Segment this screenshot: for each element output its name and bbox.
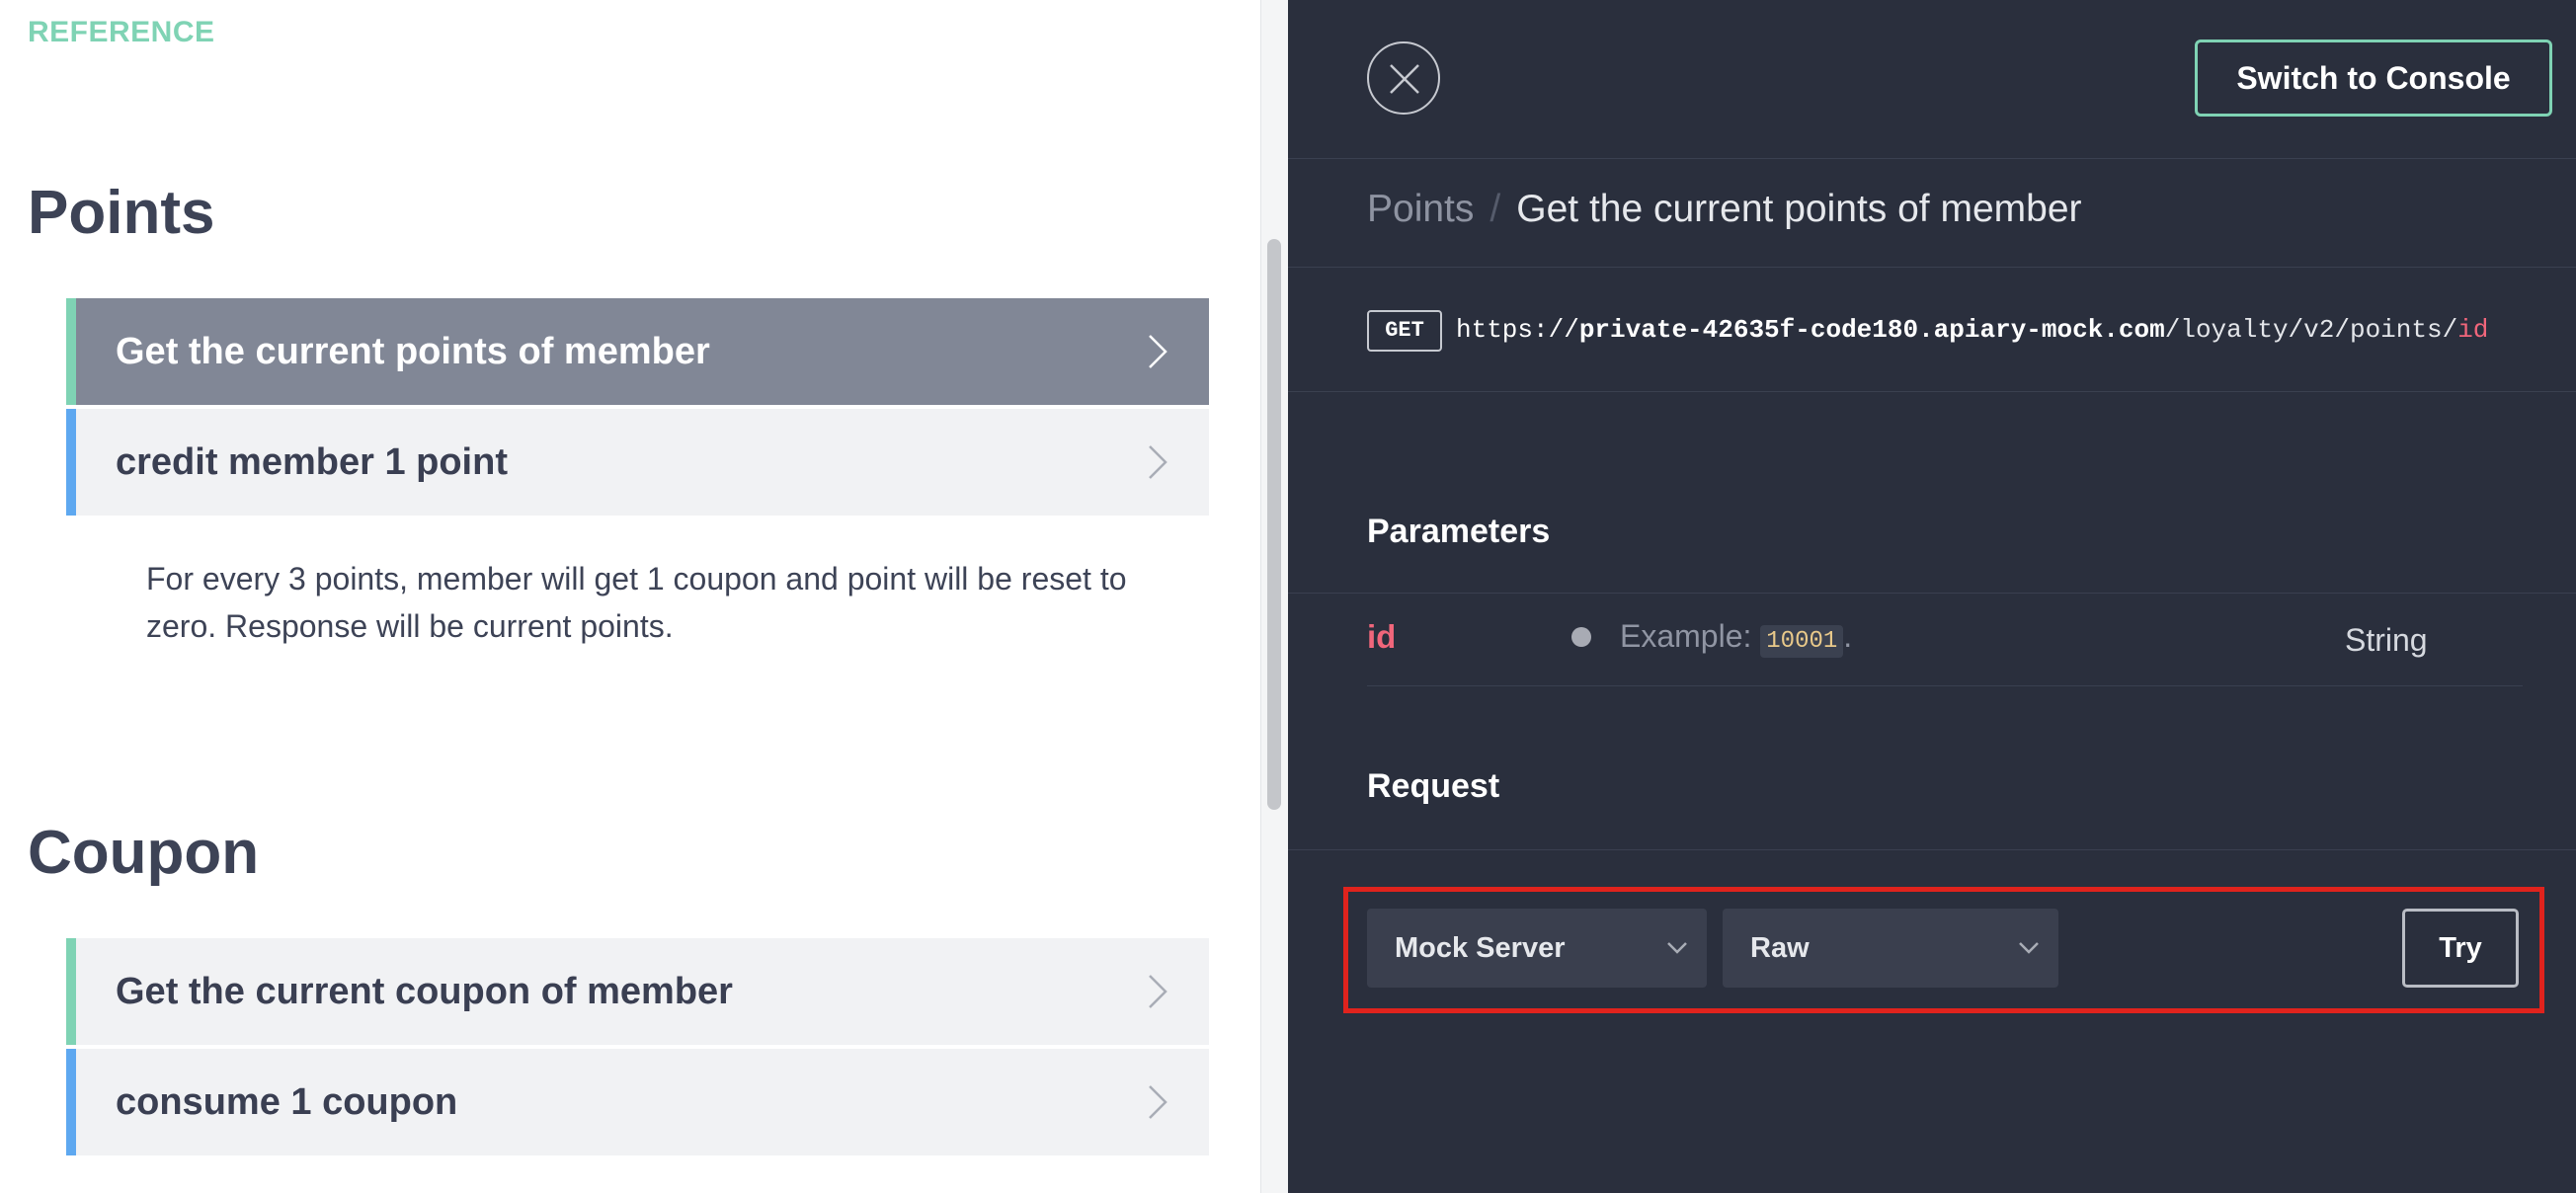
chevron-right-icon [1149,975,1167,1008]
action-item-label: credit member 1 point [116,441,508,483]
format-select-value: Raw [1750,932,1810,964]
divider [1288,391,2576,392]
action-item-label: consume 1 coupon [116,1081,458,1123]
divider [1288,267,2576,268]
scrollbar-thumb[interactable] [1267,239,1281,810]
breadcrumb-parent[interactable]: Points [1367,188,1474,230]
section-title-coupon: Coupon [28,819,260,887]
chevron-down-icon [2019,942,2039,954]
action-item-get-coupon[interactable]: Get the current coupon of member [66,938,1209,1045]
url-host: private-42635f-code180.apiary-mock.com [1578,315,2165,345]
chevron-down-icon [1667,942,1687,954]
optional-dot-icon [1571,627,1591,647]
param-name: id [1367,618,1397,655]
section-title-points: Points [28,179,215,247]
action-item-consume-coupon[interactable]: consume 1 coupon [66,1049,1209,1155]
request-url: https://private-42635f-code180.apiary-mo… [1456,312,2488,348]
divider [1288,158,2576,159]
chevron-right-icon [1149,445,1167,479]
parameters-heading: Parameters [1367,513,1551,550]
close-icon [1390,64,1419,94]
http-method-badge: GET [1367,310,1442,352]
try-button[interactable]: Try [2402,909,2519,988]
param-example: Example: 10001. [1620,618,1853,658]
breadcrumb: Points / Get the current points of member [1367,188,2082,231]
url-scheme: https:// [1456,315,1579,345]
divider [1288,849,2576,850]
close-button[interactable] [1367,41,1440,115]
server-select[interactable]: Mock Server [1367,909,1707,988]
action-item-credit-point[interactable]: credit member 1 point [66,409,1209,516]
url-path: /loyalty/v2/points/ [2164,315,2458,345]
breadcrumb-current: Get the current points of member [1516,188,2082,230]
divider [1288,593,2576,594]
format-select[interactable]: Raw [1723,909,2058,988]
chevron-right-icon [1149,1085,1167,1119]
divider [1367,685,2523,686]
reference-label: REFERENCE [28,16,215,48]
reference-panel: REFERENCE Points Get the current points … [0,0,1260,1193]
param-type: String [2345,622,2428,658]
request-heading: Request [1367,767,1500,805]
chevron-right-icon [1149,335,1167,368]
action-item-get-points[interactable]: Get the current points of member [66,298,1209,405]
param-example-prefix: Example: [1620,618,1761,654]
param-example-value: 10001 [1760,625,1844,658]
server-select-value: Mock Server [1395,932,1566,964]
action-item-label: Get the current points of member [116,331,710,372]
breadcrumb-separator: / [1489,188,1501,230]
action-description: For every 3 points, member will get 1 co… [146,561,1127,644]
switch-to-console-button[interactable]: Switch to Console [2195,40,2552,117]
url-param: id [2457,315,2489,345]
action-item-label: Get the current coupon of member [116,971,733,1012]
action-detail-panel: Switch to Console Points / Get the current… [1288,0,2576,1193]
param-example-suffix: . [1843,618,1853,654]
